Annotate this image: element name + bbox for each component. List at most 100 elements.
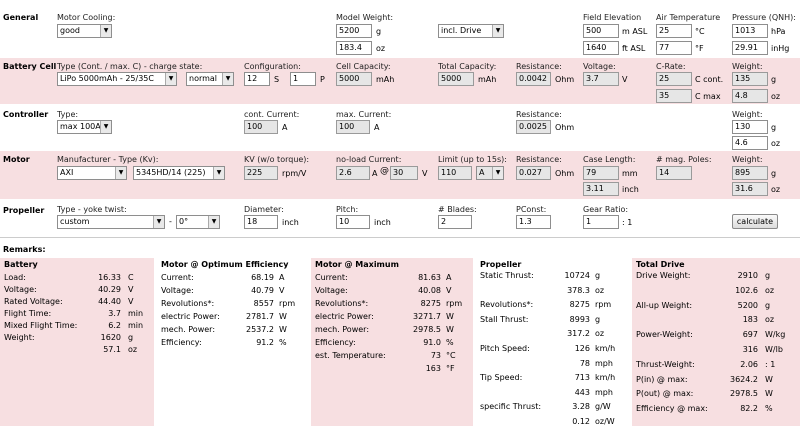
result-row: Efficiency: 91.2%	[161, 338, 309, 350]
controller-resistance-label: Resistance:	[516, 110, 562, 119]
result-value: 57.1	[103, 345, 121, 354]
result-unit: rpm	[446, 299, 463, 308]
air-temp-c-input[interactable]: 25	[656, 24, 692, 38]
result-key: specific Thrust:	[480, 402, 542, 412]
controller-weight-oz-unit: oz	[771, 139, 781, 148]
result-row: Thrust-Weight: 2.06: 1	[636, 360, 800, 372]
pconst-input[interactable]: 1.3	[516, 215, 551, 229]
result-key: electric Power:	[161, 312, 220, 321]
controller-cont-unit: A	[282, 123, 288, 132]
results-propeller-panel: Propeller Static Thrust: 10724 g 378.3 oz Rev…	[476, 258, 630, 426]
result-key: Efficiency:	[315, 338, 356, 347]
result-unit: W/kg	[765, 330, 786, 340]
result-value: 40.79	[251, 286, 274, 295]
result-value: 2781.7	[246, 312, 274, 321]
chevron-down-icon: ▼	[153, 216, 164, 228]
result-row: Static Thrust: 10724 g	[480, 271, 630, 283]
result-value: 78	[579, 358, 590, 368]
model-weight-g-unit: g	[376, 27, 382, 36]
model-weight-oz-input[interactable]: 183.4	[336, 41, 372, 55]
result-row: Revolutions*: 8557 rpm	[161, 299, 309, 311]
result-row: electric Power: 3271.7 W	[315, 312, 473, 324]
air-temp-f-input[interactable]: 77	[656, 41, 692, 55]
results-optimum-title: Motor @ Optimum Efficiency	[161, 260, 289, 269]
battery-type-select[interactable]: LiPo 5000mAh - 25/35C ▼	[57, 72, 177, 86]
config-s-input[interactable]: 12	[244, 72, 270, 86]
results-total-panel: Total Drive Drive Weight: 2910 g 102.6 oz All…	[632, 258, 800, 426]
kv-label: KV (w/o torque):	[244, 155, 310, 164]
case-length-in-value: 3.11	[583, 182, 619, 196]
blades-label: # Blades:	[438, 205, 477, 214]
result-row: Flight Time: 3.7 min	[4, 309, 154, 321]
result-row: Drive Weight: 2910 g	[636, 271, 800, 283]
result-value: 91.0	[423, 338, 441, 347]
propeller-type-select[interactable]: custom ▼	[57, 215, 165, 229]
motor-resistance-label: Resistance:	[516, 155, 562, 164]
results-maximum-title: Motor @ Maximum	[315, 260, 399, 269]
result-row: All-up Weight: 5200 g	[636, 301, 800, 313]
controller-weight-oz-input[interactable]: 4.6	[732, 136, 768, 150]
result-row: Efficiency @ max: 82.2%	[636, 404, 800, 416]
c-rate-max-value: 35	[656, 89, 692, 103]
pressure-label: Pressure (QNH):	[732, 13, 796, 22]
result-unit: A	[279, 273, 285, 282]
field-elevation-m-input[interactable]: 500	[583, 24, 619, 38]
chevron-down-icon: ▼	[165, 73, 176, 85]
blades-input[interactable]: 2	[438, 215, 472, 229]
result-row: est. Temperature: 73 °C	[315, 351, 473, 363]
result-unit: oz	[765, 315, 775, 325]
motor-resistance-value: 0.027	[516, 166, 551, 180]
chevron-down-icon: ▼	[100, 25, 111, 37]
result-value: 91.2	[256, 338, 274, 347]
limit-unit-select[interactable]: A ▼	[476, 166, 504, 180]
case-length-in-unit: inch	[622, 185, 639, 194]
cell-capacity-label: Cell Capacity:	[336, 62, 391, 71]
kv-unit: rpm/V	[282, 169, 307, 178]
diameter-input[interactable]: 18	[244, 215, 278, 229]
drive-select[interactable]: incl. Drive ▼	[438, 24, 504, 38]
yoke-twist-select[interactable]: 0° ▼	[176, 215, 220, 229]
motor-weight-oz-value: 31.6	[732, 182, 768, 196]
diameter-label: Diameter:	[244, 205, 284, 214]
controller-weight-g-input[interactable]: 130	[732, 120, 768, 134]
result-key: Current:	[161, 273, 194, 282]
battery-weight-oz-value: 4.8	[732, 89, 768, 103]
cell-capacity-value: 5000	[336, 72, 372, 86]
mag-poles-label: # mag. Poles:	[656, 155, 712, 164]
result-unit: %	[765, 404, 773, 414]
charge-state-select[interactable]: normal ▼	[186, 72, 234, 86]
pitch-label: Pitch:	[336, 205, 359, 214]
controller-type-select[interactable]: max 100A ▼	[57, 120, 112, 134]
cell-voltage-value: 3.7	[583, 72, 619, 86]
pressure-inhg-input[interactable]: 29.91	[732, 41, 768, 55]
motor-manufacturer-select[interactable]: AXI ▼	[57, 166, 127, 180]
result-unit: g	[595, 314, 601, 324]
calculate-button[interactable]: calculate	[732, 214, 778, 229]
result-row: Stall Thrust: 8993 g	[480, 315, 630, 327]
result-key: mech. Power:	[161, 325, 216, 334]
model-weight-g-input[interactable]: 5200	[336, 24, 372, 38]
result-unit: km/h	[595, 373, 616, 383]
pitch-input[interactable]: 10	[336, 215, 370, 229]
result-unit: g	[595, 271, 601, 280]
chevron-down-icon: ▼	[213, 167, 224, 179]
at-symbol: @	[380, 166, 389, 176]
pressure-hpa-input[interactable]: 1013	[732, 24, 768, 38]
result-unit: V	[446, 286, 452, 295]
result-unit: W	[765, 389, 773, 399]
limit-label: Limit (up to 15s):	[438, 155, 507, 164]
pressure-inhg-unit: inHg	[771, 44, 790, 53]
cell-voltage-unit: V	[622, 75, 628, 84]
no-load-current-label: no-load Current:	[336, 155, 402, 164]
motor-type-select[interactable]: 5345HD/14 (225) ▼	[133, 166, 225, 180]
mag-poles-value: 14	[656, 166, 692, 180]
result-row: P(in) @ max: 3624.2 W	[636, 375, 800, 387]
gear-ratio-input[interactable]: 1	[583, 215, 619, 229]
motor-cooling-select[interactable]: good ▼	[57, 24, 112, 38]
field-elevation-ft-input[interactable]: 1640	[583, 41, 619, 55]
config-p-input[interactable]: 1	[290, 72, 316, 86]
field-elevation-ft-unit: ft ASL	[622, 44, 646, 53]
result-unit: A	[446, 273, 452, 282]
result-unit: °F	[446, 364, 455, 373]
result-value: 2978.5	[413, 325, 441, 334]
